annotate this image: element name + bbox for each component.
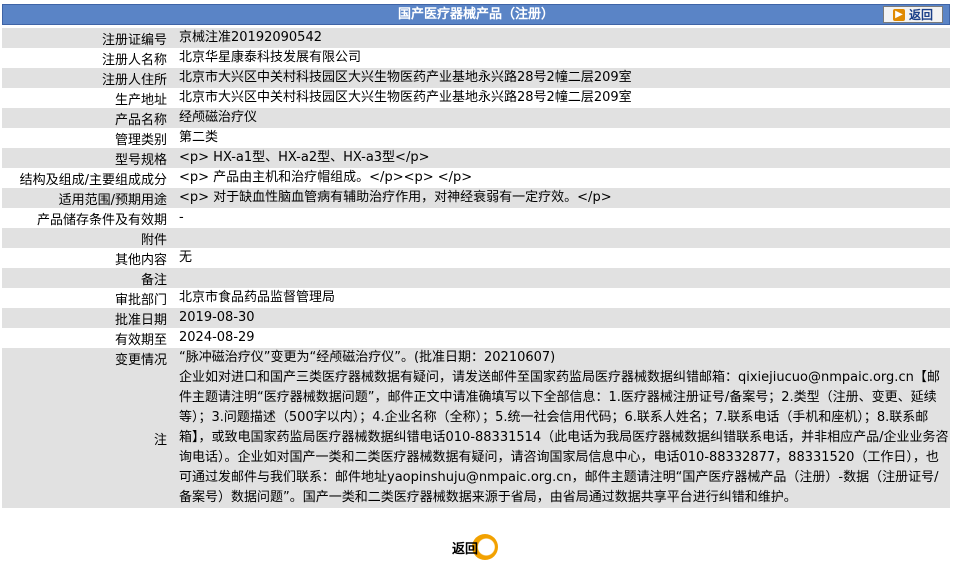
- field-value: 北京市大兴区中关村科技园区大兴生物医药产业基地永兴路28号2幢二层209室: [173, 68, 950, 88]
- back-button-bottom[interactable]: 返回: [452, 532, 498, 560]
- table-row: 适用范围/预期用途 <p> 对于缺血性脑血管病有辅助治疗作用，对神经衰弱有一定疗…: [2, 188, 950, 208]
- field-value: 北京市食品药品监督管理局: [173, 288, 950, 308]
- table-row: 有效期至 2024-08-29: [2, 328, 950, 348]
- field-value: <p> 对于缺血性脑血管病有辅助治疗作用，对神经衰弱有一定疗效。</p>: [173, 188, 950, 208]
- field-label: 注册证编号: [2, 28, 173, 48]
- table-row: 产品名称 经颅磁治疗仪: [2, 108, 950, 128]
- field-label: 备注: [2, 268, 173, 288]
- field-label: 附件: [2, 228, 173, 248]
- field-value: <p> HX-a1型、HX-a2型、HX-a3型</p>: [173, 148, 950, 168]
- field-value: 经颅磁治疗仪: [173, 108, 950, 128]
- note-label: 注: [2, 368, 173, 508]
- field-label: 其他内容: [2, 248, 173, 268]
- back-button-top[interactable]: ▶ 返回: [883, 6, 943, 23]
- field-label: 有效期至: [2, 328, 173, 348]
- field-value: [173, 268, 950, 288]
- table-row: 审批部门 北京市食品药品监督管理局: [2, 288, 950, 308]
- table-row: 注册证编号 京械注准20192090542: [2, 28, 950, 48]
- table-row: 注册人名称 北京华星康泰科技发展有限公司: [2, 48, 950, 68]
- field-value: <p> 产品由主机和治疗帽组成。</p><p> </p>: [173, 168, 950, 188]
- table-row: 管理类别 第二类: [2, 128, 950, 148]
- field-value: “脉冲磁治疗仪”变更为“经颅磁治疗仪”。(批准日期：20210607): [173, 348, 950, 368]
- back-button-label: 返回: [908, 8, 933, 22]
- page: 国产医疗器械产品（注册） ▶ 返回 注册证编号 京械注准20192090542 …: [0, 0, 953, 564]
- field-label: 适用范围/预期用途: [2, 188, 173, 208]
- table-row: 结构及组成/主要组成成分 <p> 产品由主机和治疗帽组成。</p><p> </p…: [2, 168, 950, 188]
- field-label: 注册人住所: [2, 68, 173, 88]
- field-label: 型号规格: [2, 148, 173, 168]
- field-label: 产品储存条件及有效期: [2, 208, 173, 228]
- field-value: 北京市大兴区中关村科技园区大兴生物医药产业基地永兴路28号2幢二层209室: [173, 88, 950, 108]
- field-value: 京械注准20192090542: [173, 28, 950, 48]
- field-value: 无: [173, 248, 950, 268]
- field-value: 北京华星康泰科技发展有限公司: [173, 48, 950, 68]
- table-row: 附件: [2, 228, 950, 248]
- table-row: 其他内容 无: [2, 248, 950, 268]
- field-label: 结构及组成/主要组成成分: [2, 168, 173, 188]
- field-value: 第二类: [173, 128, 950, 148]
- field-label: 注册人名称: [2, 48, 173, 68]
- detail-table: 注册证编号 京械注准20192090542 注册人名称 北京华星康泰科技发展有限…: [2, 28, 950, 508]
- table-row: 生产地址 北京市大兴区中关村科技园区大兴生物医药产业基地永兴路28号2幢二层20…: [2, 88, 950, 108]
- note-text: 企业如对进口和国产三类医疗器械数据有疑问，请发送邮件至国家药监局医疗器械数据纠错…: [173, 368, 950, 508]
- title-bar: 国产医疗器械产品（注册） ▶ 返回: [2, 4, 950, 25]
- field-label: 审批部门: [2, 288, 173, 308]
- table-row: 备注: [2, 268, 950, 288]
- page-title: 国产医疗器械产品（注册）: [397, 7, 554, 22]
- field-value: [173, 228, 950, 248]
- arrow-right-icon: ▶: [892, 8, 905, 21]
- table-row: 型号规格 <p> HX-a1型、HX-a2型、HX-a3型</p>: [2, 148, 950, 168]
- note-row: 注 企业如对进口和国产三类医疗器械数据有疑问，请发送邮件至国家药监局医疗器械数据…: [2, 368, 950, 508]
- field-label: 生产地址: [2, 88, 173, 108]
- table-row: 批准日期 2019-08-30: [2, 308, 950, 328]
- field-value: 2019-08-30: [173, 308, 950, 328]
- field-label: 变更情况: [2, 348, 173, 368]
- back-button-bottom-label: 返回: [452, 542, 479, 557]
- field-label: 产品名称: [2, 108, 173, 128]
- table-row: 注册人住所 北京市大兴区中关村科技园区大兴生物医药产业基地永兴路28号2幢二层2…: [2, 68, 950, 88]
- field-value: -: [173, 208, 950, 228]
- table-row: 变更情况 “脉冲磁治疗仪”变更为“经颅磁治疗仪”。(批准日期：20210607): [2, 348, 950, 368]
- field-value: 2024-08-29: [173, 328, 950, 348]
- field-label: 管理类别: [2, 128, 173, 148]
- field-label: 批准日期: [2, 308, 173, 328]
- table-row: 产品储存条件及有效期 -: [2, 208, 950, 228]
